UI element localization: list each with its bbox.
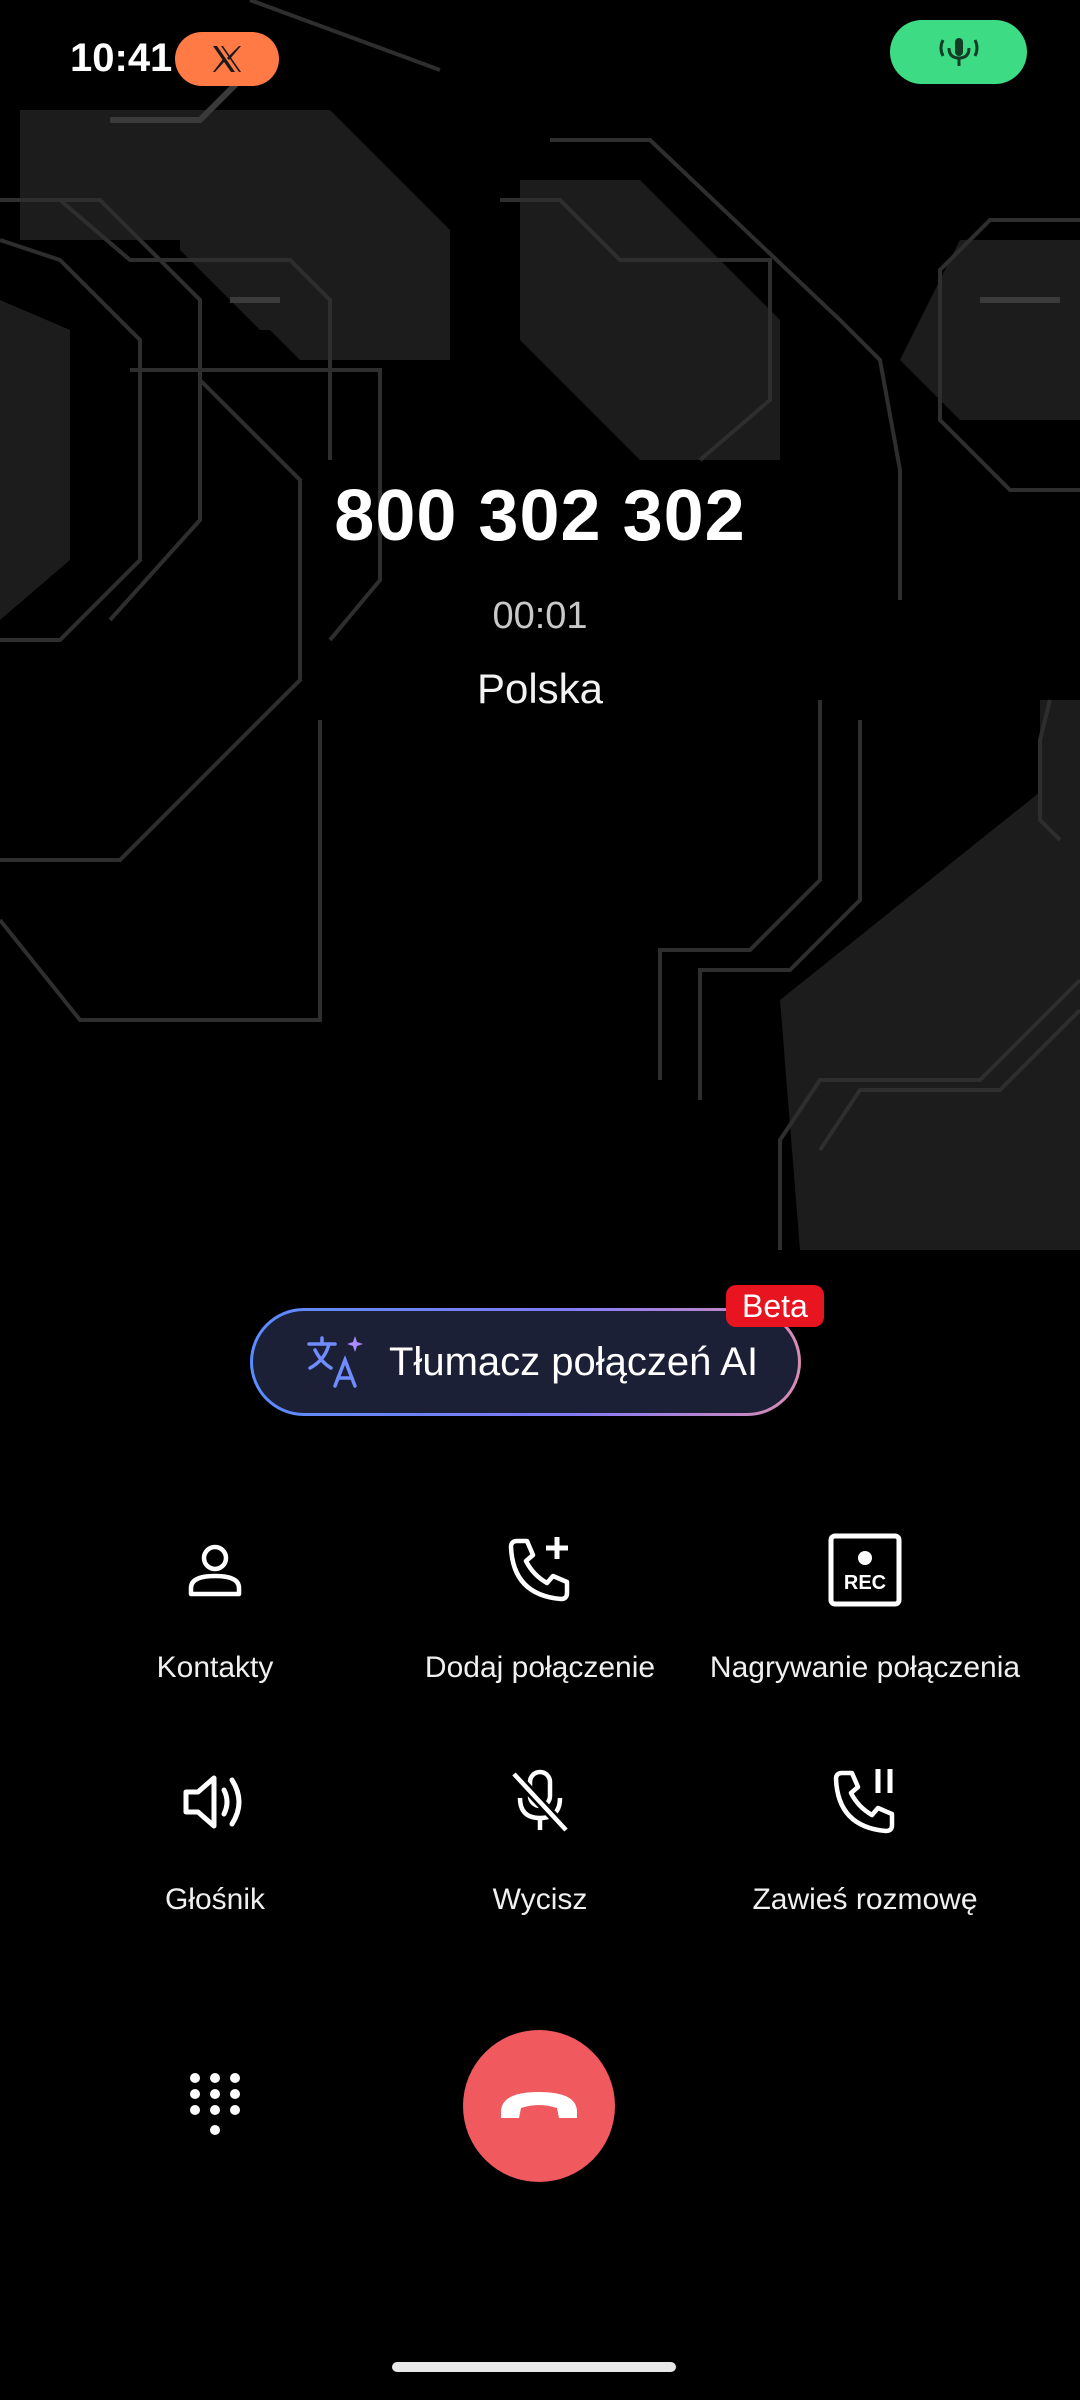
contacts-label: Kontakty <box>156 1651 274 1684</box>
microphone-broadcast-icon <box>939 38 978 66</box>
contacts-button[interactable]: Kontakty <box>45 1525 385 1685</box>
keypad-icon <box>190 2073 240 2135</box>
rec-icon: REC <box>828 1533 902 1607</box>
contacts-icon <box>188 1544 242 1597</box>
mute-button[interactable]: Wycisz <box>370 1757 710 1917</box>
record-call-label: Nagrywanie połączenia <box>709 1651 1021 1684</box>
call-duration: 00:01 <box>492 595 588 637</box>
ai-call-translator-button[interactable]: Tłumacz połączeń AI <box>250 1308 801 1416</box>
status-bar-time: 10:41 <box>70 36 173 80</box>
hold-call-icon <box>833 1769 895 1834</box>
x-app-indicator[interactable] <box>175 32 279 86</box>
keypad-button[interactable] <box>185 2070 245 2140</box>
caller-location: Polska <box>476 665 604 712</box>
mute-label: Wycisz <box>492 1883 588 1916</box>
add-call-icon <box>508 1537 570 1602</box>
end-call-button[interactable] <box>463 2030 615 2182</box>
beta-badge: Beta <box>726 1285 824 1327</box>
hold-call-button[interactable]: Zawieś rozmowę <box>695 1757 1035 1917</box>
home-indicator[interactable] <box>392 2362 676 2372</box>
end-call-icon <box>501 2092 577 2118</box>
add-call-button[interactable]: Dodaj połączenie <box>370 1525 710 1685</box>
translate-icon <box>307 1336 363 1388</box>
svg-text:REC: REC <box>844 1572 886 1594</box>
speaker-button[interactable]: Głośnik <box>45 1757 385 1917</box>
mic-active-indicator[interactable] <box>890 20 1027 84</box>
ai-translator-label: Tłumacz połączeń AI <box>389 1339 759 1384</box>
add-call-label: Dodaj połączenie <box>424 1651 656 1684</box>
speaker-label: Głośnik <box>164 1883 266 1916</box>
hold-call-label: Zawieś rozmowę <box>752 1883 978 1916</box>
speaker-icon <box>183 1775 242 1829</box>
x-logo-icon <box>213 46 241 72</box>
record-call-button[interactable]: REC Nagrywanie połączenia <box>695 1525 1035 1685</box>
caller-number: 800 302 302 <box>334 476 746 556</box>
mic-off-icon <box>510 1769 570 1834</box>
